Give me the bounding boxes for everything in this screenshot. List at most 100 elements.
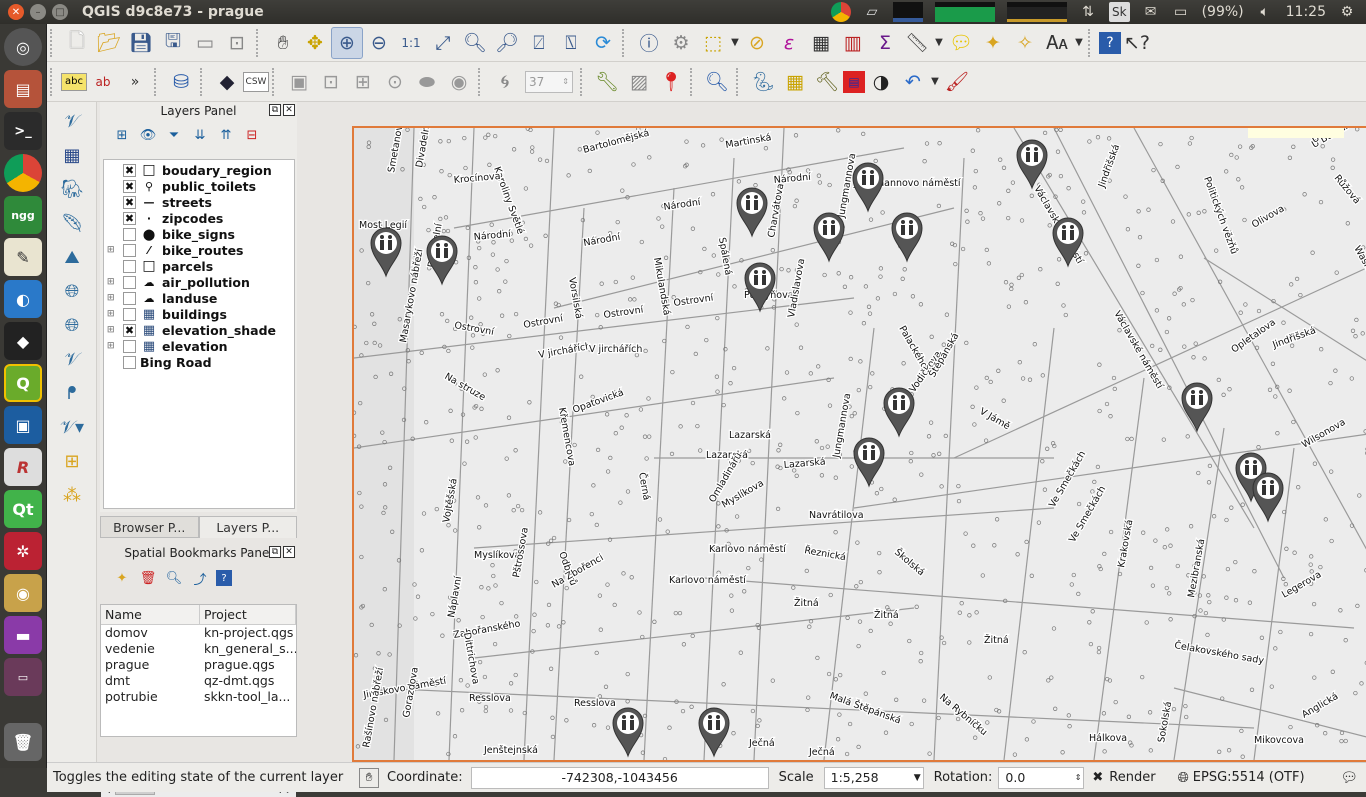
volume-icon[interactable]: 🔈︎ [1256, 2, 1274, 22]
statistics-sigma-icon[interactable]: Σ [869, 27, 901, 59]
launcher-webcam-icon[interactable]: ◉ [4, 574, 42, 612]
zoom-last-icon[interactable]: ⍁ [523, 27, 555, 59]
layer-visibility-checkbox[interactable]: ✖ [123, 324, 136, 337]
expand-toggle-icon[interactable]: ⊞ [107, 309, 117, 319]
new-bookmark-icon[interactable]: ✦ [977, 27, 1009, 59]
launcher-trash-icon[interactable]: 🗑︎ [4, 723, 42, 761]
delete-bookmark-icon[interactable]: 🗑︎ [138, 568, 158, 588]
add-group-icon[interactable]: ⊞ [112, 125, 132, 145]
layer-visibility-checkbox[interactable]: ✖ [123, 180, 136, 193]
layer-row[interactable]: ⊞☁air_pollution [104, 274, 294, 290]
column-project-header[interactable]: Project [200, 605, 296, 624]
add-spatialite-layer-icon[interactable]: 🪶︎ [52, 208, 92, 238]
chrome-icon[interactable] [831, 2, 851, 22]
georeferencer-icon[interactable]: 🔧︎ [591, 66, 623, 98]
float-panel-icon[interactable]: ⧉ [269, 546, 281, 558]
tab-browser-panel[interactable]: Browser P... [100, 516, 199, 538]
crs-button[interactable]: EPSG:5514 (OTF) [1193, 770, 1305, 785]
shape-square-icon[interactable]: ⊡ [315, 66, 347, 98]
launcher-r-icon[interactable]: R [4, 448, 42, 486]
layer-row[interactable]: ✖—streets [104, 194, 294, 210]
save-as-icon[interactable]: 🖫︎ [157, 27, 189, 59]
close-panel-icon[interactable]: ✕ [283, 546, 295, 558]
add-virtual-layer-icon[interactable]: 𝒱 [52, 344, 92, 374]
keyboard-layout-indicator[interactable]: Sk [1109, 2, 1130, 22]
float-panel-icon[interactable]: ⧉ [269, 104, 281, 116]
layer-visibility-checkbox[interactable] [123, 356, 136, 369]
layer-visibility-checkbox[interactable]: ✖ [123, 212, 136, 225]
add-wms-layer-icon[interactable]: ⛰︎ [52, 242, 92, 272]
expand-toggle-icon[interactable]: ⊞ [107, 293, 117, 303]
tab-layers-panel[interactable]: Layers P... [199, 516, 298, 538]
table-raster-icon[interactable]: ▨ [623, 66, 655, 98]
expand-all-icon[interactable]: ⇊ [190, 125, 210, 145]
zoom-next-icon[interactable]: ⍂ [555, 27, 587, 59]
add-vector-layer-icon[interactable]: 𝒱 [52, 106, 92, 136]
layer-visibility-checkbox[interactable] [123, 228, 136, 241]
chevron-down-icon[interactable]: ▼ [729, 27, 741, 59]
launcher-qgis-grass-icon[interactable]: ngg [4, 196, 42, 234]
spiral-icon[interactable]: 🌀︎ [489, 66, 521, 98]
share-bookmark-icon[interactable]: ⤴ [190, 568, 210, 588]
zoom-out-icon[interactable]: ⊖ [363, 27, 395, 59]
launcher-inkscape-icon[interactable]: ◆ [4, 322, 42, 360]
digitize-icon[interactable]: ⁂ [52, 480, 92, 510]
layer-row[interactable]: Bing Road [104, 354, 294, 370]
bookmark-row[interactable]: potrubieskkn-tool_la... [101, 689, 296, 705]
add-wfs-layer-icon[interactable]: 🌐︎ [52, 310, 92, 340]
new-layer-icon[interactable]: ⊞ [52, 446, 92, 476]
csw-icon[interactable]: CSW [243, 72, 269, 92]
text-annotation-icon[interactable]: 🗛︎ [1041, 27, 1073, 59]
launcher-dash-icon[interactable]: ◎ [4, 28, 42, 66]
render-checkbox[interactable]: ✖ [1092, 770, 1103, 785]
paint-brush-icon[interactable]: 🖌︎ [941, 66, 973, 98]
add-raster-layer-icon[interactable]: ▦ [52, 140, 92, 170]
layer-visibility-checkbox[interactable] [123, 308, 136, 321]
layer-row[interactable]: ⬤bike_signs [104, 226, 294, 242]
clock[interactable]: 11:25 [1286, 4, 1326, 20]
launcher-files-icon[interactable]: ▤ [4, 70, 42, 108]
bookmark-row[interactable]: domovkn-project.qgs [101, 625, 296, 641]
add-wcs-layer-icon[interactable]: 🌐︎ [52, 276, 92, 306]
map-tips-icon[interactable]: 💬︎ [945, 27, 977, 59]
layer-row[interactable]: ✖⚲public_toilets [104, 178, 294, 194]
notes-icon[interactable]: ▱ [863, 2, 881, 22]
shape-ellipse-icon[interactable]: ⬬ [411, 66, 443, 98]
new-project-icon[interactable]: 🗋︎ [61, 27, 93, 59]
coordinate-toggle-icon[interactable]: ✋︎ [359, 768, 379, 788]
search-icon[interactable]: 🔍︎ [701, 66, 733, 98]
shape-circle-center-icon[interactable]: ⊙ [379, 66, 411, 98]
launcher-workspace-icon[interactable]: ▭ [4, 658, 42, 696]
layer-visibility-checkbox[interactable] [123, 292, 136, 305]
filter-legend-icon[interactable]: ⏷ [164, 125, 184, 145]
expand-toggle-icon[interactable]: ⊞ [107, 325, 117, 335]
window-close-button[interactable]: ✕ [8, 4, 24, 20]
launcher-text-editor-icon[interactable]: ✎ [4, 238, 42, 276]
chevron-down-icon[interactable]: ▼ [929, 66, 941, 98]
launcher-app2-icon[interactable]: ✲ [4, 532, 42, 570]
mail-icon[interactable]: ✉ [1142, 2, 1160, 22]
attribute-table-icon[interactable]: ▦ [805, 27, 837, 59]
chevron-down-icon[interactable]: ▼ [933, 27, 945, 59]
layer-row[interactable]: ✖□boudary_region [104, 162, 294, 178]
battery-icon[interactable]: ▭ [1172, 2, 1190, 22]
open-project-icon[interactable]: 📂︎ [93, 27, 125, 59]
zoom-to-selection-icon[interactable]: 🔍︎ [459, 27, 491, 59]
undo-icon[interactable]: ↶ [897, 66, 929, 98]
coordinate-field[interactable]: -742308,-1043456 [471, 767, 769, 789]
zoom-to-bookmark-icon[interactable]: 🔍︎ [164, 568, 184, 588]
whats-this-icon[interactable]: ↖? [1121, 27, 1153, 59]
shape-center-icon[interactable]: ⊞ [347, 66, 379, 98]
zoom-in-icon[interactable]: ⊕ [331, 27, 363, 59]
remove-layer-icon[interactable]: ⊟ [242, 125, 262, 145]
raster-calc-icon[interactable]: ▤ [843, 71, 865, 93]
launcher-app3-icon[interactable]: ▬ [4, 616, 42, 654]
window-maximize-button[interactable]: □ [52, 4, 68, 20]
python-icon[interactable]: 🐍︎ [747, 66, 779, 98]
rotation-spinbox[interactable]: 0.0⇕ [998, 767, 1084, 789]
zoom-to-layer-icon[interactable]: 🔎︎ [491, 27, 523, 59]
bookmark-row[interactable]: vedeniekn_general_s... [101, 641, 296, 657]
add-delimited-text-icon[interactable]: ᖰ [52, 378, 92, 408]
add-postgis-layer-icon[interactable]: 🐘︎ [52, 174, 92, 204]
layer-row[interactable]: ✖·zipcodes [104, 210, 294, 226]
